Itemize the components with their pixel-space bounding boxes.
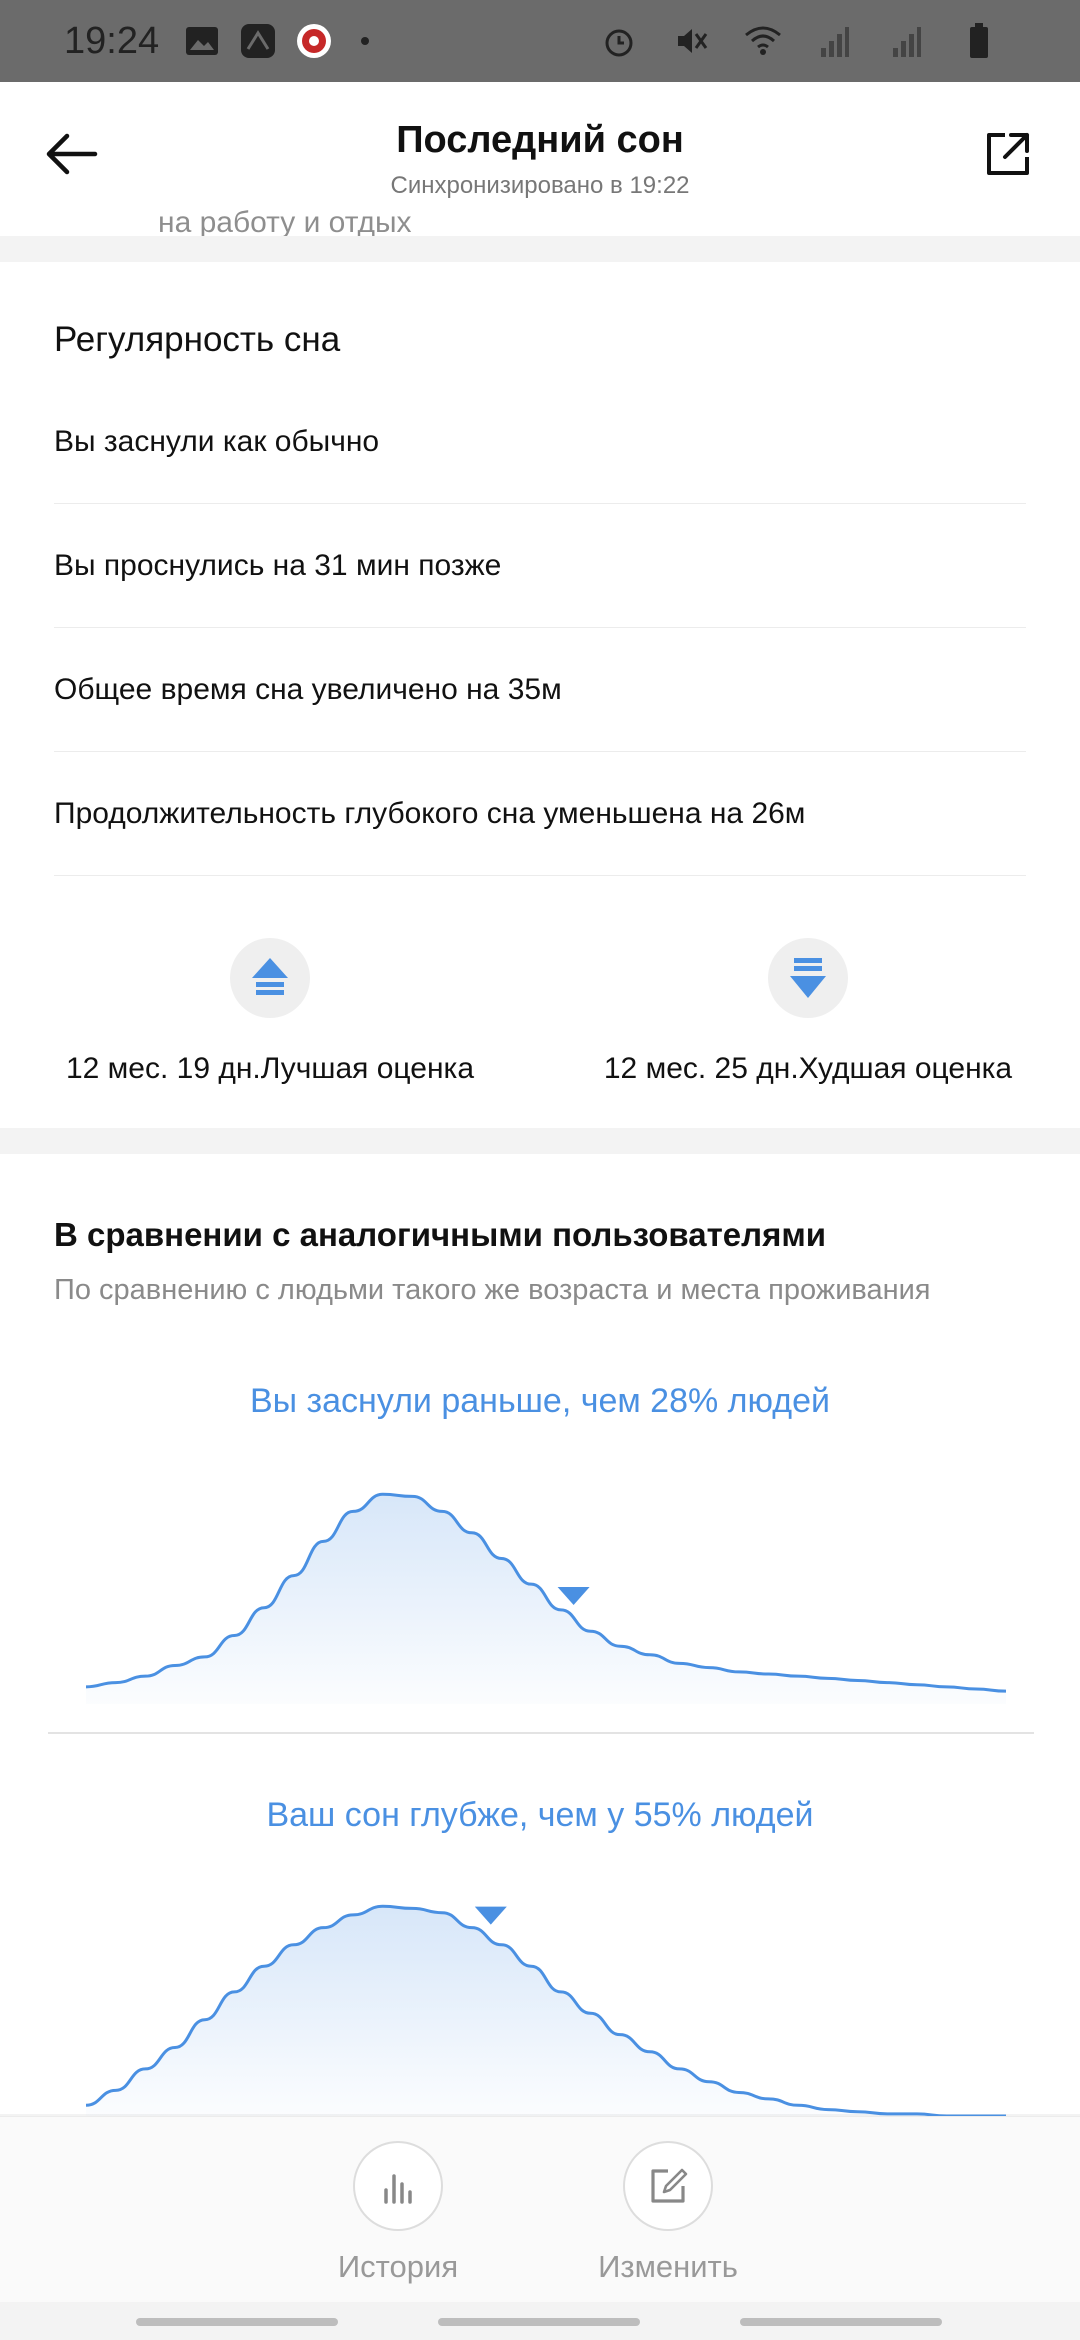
- edit-label: Изменить: [598, 2249, 738, 2284]
- worst-score: 12 мес. 25 дн.Худшая оценка: [588, 938, 1028, 1086]
- share-button[interactable]: [972, 118, 1044, 190]
- comparison-subtitle: По сравнению с людьми такого же возраста…: [54, 1274, 931, 1306]
- nav-back[interactable]: [740, 2318, 942, 2326]
- history-button[interactable]: История: [308, 2141, 488, 2285]
- distribution-area: [86, 1906, 1006, 2116]
- regularity-item: Общее время сна увеличено на 35м: [54, 628, 1026, 752]
- app-notification-icon: [239, 22, 277, 60]
- best-score: 12 мес. 19 дн.Лучшая оценка: [50, 938, 490, 1086]
- comparison-title: В сравнении с аналогичными пользователям…: [54, 1216, 827, 1253]
- arrow-left-icon: [46, 133, 98, 175]
- chart-1-caption: Вы заснули раньше, чем 28% людей: [249, 1382, 831, 1420]
- share-icon: [987, 133, 1029, 175]
- chart-divider: [48, 1732, 1034, 1734]
- system-nav-bar: [0, 2302, 1080, 2340]
- app-header: Последний сон Синхронизировано в 19:22 н…: [0, 82, 1080, 236]
- arrow-up-icon: [230, 938, 310, 1018]
- battery-icon: [960, 22, 998, 60]
- best-score-label: 12 мес. 19 дн.Лучшая оценка: [65, 1052, 475, 1085]
- chart-2-caption: Ваш сон глубже, чем у 55% людей: [266, 1796, 814, 1834]
- back-button[interactable]: [36, 118, 108, 190]
- arrow-down-icon: [768, 938, 848, 1018]
- mute-icon: [672, 22, 710, 60]
- worst-score-label: 12 мес. 25 дн.Худшая оценка: [603, 1052, 1013, 1085]
- nav-home[interactable]: [438, 2318, 640, 2326]
- header-titles: Последний сон Синхронизировано в 19:22: [390, 119, 689, 200]
- regularity-item: Продолжительность глубокого сна уменьшен…: [54, 752, 1026, 876]
- history-label: История: [337, 2249, 459, 2284]
- edit-button-circle[interactable]: [623, 2141, 713, 2231]
- page-title: Последний сон: [396, 118, 684, 161]
- deep-sleep-distribution-chart: [85, 1904, 1006, 2118]
- bar-chart-icon: [384, 2174, 412, 2204]
- edit-button[interactable]: Изменить: [578, 2141, 758, 2285]
- more-notifications-icon: [361, 37, 370, 45]
- status-time: 19:24: [64, 19, 160, 62]
- bottom-action-bar: История Изменить: [0, 2116, 1080, 2302]
- regularity-item: Вы заснули как обычно: [54, 380, 1026, 504]
- signal-icon: [816, 22, 854, 60]
- alarm-icon: [600, 22, 638, 60]
- edit-icon: [651, 2168, 688, 2203]
- scrolled-text-fragment: на работу и отдых: [158, 206, 412, 236]
- comparison-card: В сравнении с аналогичными пользователям…: [0, 1154, 1080, 2118]
- sync-status: Синхронизировано в 19:22: [390, 171, 690, 199]
- user-position-marker: [474, 1906, 507, 1925]
- user-position-marker: [557, 1587, 590, 1606]
- wifi-icon: [744, 22, 782, 60]
- signal-roaming-icon: [888, 22, 926, 60]
- history-button-circle[interactable]: [353, 2141, 443, 2231]
- nav-recents[interactable]: [136, 2318, 338, 2326]
- regularity-title: Регулярность сна: [54, 320, 341, 359]
- sleep-regularity-card: Регулярность сна Вы заснули как обычно В…: [0, 262, 1080, 1128]
- regularity-item: Вы проснулись на 31 мин позже: [54, 504, 1026, 628]
- fall-asleep-distribution-chart: [85, 1492, 1007, 1704]
- call-recorder-icon: [295, 22, 333, 60]
- status-bar: 19:24: [0, 0, 1080, 82]
- gallery-notification-icon: [183, 22, 221, 60]
